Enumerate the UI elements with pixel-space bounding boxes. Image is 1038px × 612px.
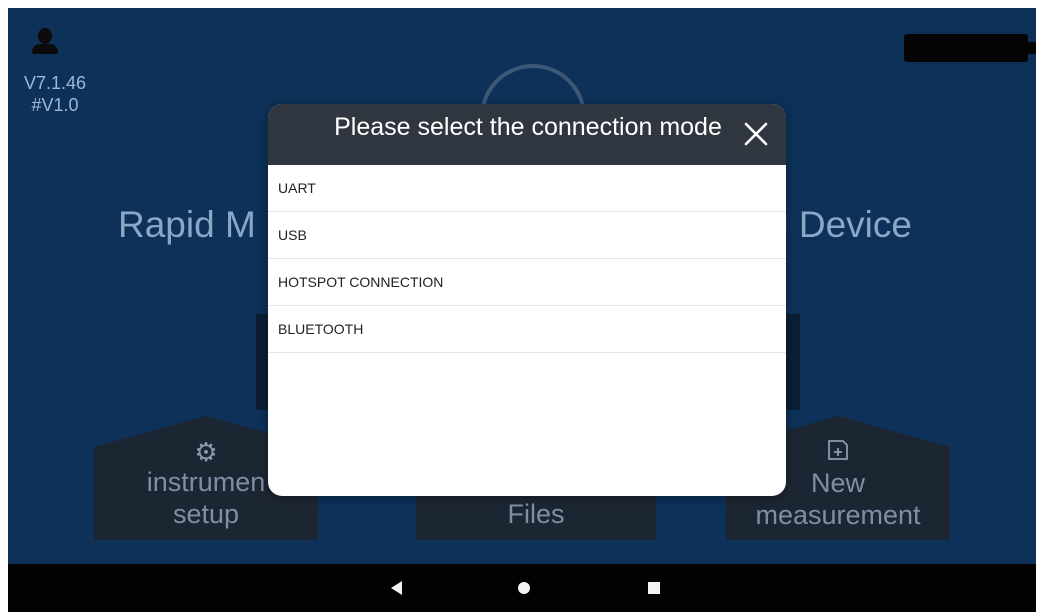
background-panel-right — [786, 314, 800, 410]
version-info: V7.1.46 #V1.0 — [24, 72, 86, 116]
option-uart[interactable]: UART — [268, 165, 786, 212]
version-number: V7.1.46 — [24, 73, 87, 93]
user-icon[interactable] — [30, 28, 60, 62]
dialog-title: Please select the connection mode — [334, 113, 722, 141]
background-title-right: g Device — [768, 204, 912, 245]
option-list: UART USB HOTSPOT CONNECTION BLUETOOTH — [268, 165, 786, 353]
back-icon[interactable] — [376, 564, 416, 612]
system-navigation-bar — [8, 564, 1036, 612]
option-hotspot-connection[interactable]: HOTSPOT CONNECTION — [268, 259, 786, 306]
option-bluetooth[interactable]: BLUETOOTH — [268, 306, 786, 353]
battery-icon — [904, 34, 1036, 62]
recents-icon[interactable] — [634, 564, 674, 612]
home-icon[interactable] — [504, 564, 544, 612]
tile-label-line2: measurement — [755, 500, 921, 530]
tile-label-files: Files — [507, 499, 565, 529]
tile-label-line2: setup — [172, 499, 240, 529]
close-icon[interactable] — [742, 120, 770, 148]
option-usb[interactable]: USB — [268, 212, 786, 259]
dialog-header: Please select the connection mode — [268, 104, 786, 165]
connection-mode-dialog: Please select the connection mode UART U… — [268, 104, 786, 496]
sub-version: #V1.0 — [31, 95, 79, 115]
background-title-left: Rapid M — [118, 204, 256, 245]
